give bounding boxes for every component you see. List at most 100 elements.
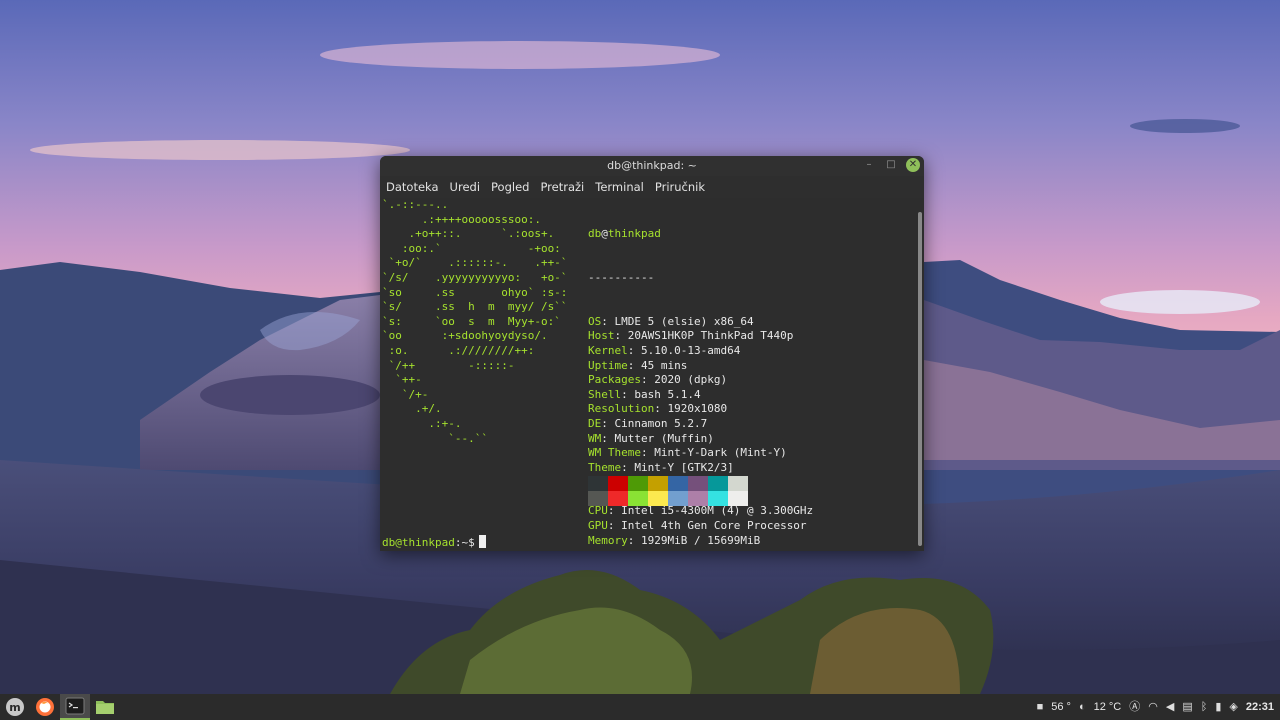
info-value: Cinnamon 5.2.7 bbox=[614, 416, 708, 430]
info-colon: : bbox=[601, 431, 615, 445]
taskbar: m ■ 56 ° ◐ 12 °C Ⓐ ◠ ◀ ▤ ᛒ ▮ ◈ 22:31 bbox=[0, 694, 1280, 720]
color-swatch bbox=[708, 491, 728, 506]
window-controls: – □ ✕ bbox=[862, 158, 920, 172]
terminal-icon bbox=[65, 697, 85, 715]
menu-help[interactable]: Priručnik bbox=[655, 180, 710, 194]
info-value: bash 5.1.4 bbox=[634, 387, 701, 401]
bluetooth-icon[interactable]: ᛒ bbox=[1201, 694, 1208, 720]
info-value: 2020 (dpkg) bbox=[654, 373, 728, 387]
color-swatch bbox=[708, 476, 728, 491]
close-button[interactable]: ✕ bbox=[906, 158, 920, 172]
info-line: OS: LMDE 5 (elsie) x86_64 bbox=[588, 315, 813, 330]
info-key: GPU bbox=[588, 519, 608, 533]
info-key: Uptime bbox=[588, 358, 628, 372]
text-cursor bbox=[478, 535, 486, 548]
prompt-path: :~$ bbox=[454, 536, 475, 549]
color-swatch bbox=[688, 476, 708, 491]
weather-temperature[interactable]: 12 °C bbox=[1094, 701, 1122, 713]
files-launcher[interactable] bbox=[90, 694, 120, 720]
info-colon: : bbox=[640, 373, 655, 387]
menubar: Datoteka Uredi Pogled Pretraži Terminal … bbox=[380, 176, 924, 198]
info-value: 45 mins bbox=[641, 358, 688, 372]
user-host-line: db@thinkpad bbox=[588, 227, 813, 242]
info-value: 5.10.0-13-amd64 bbox=[641, 343, 741, 357]
info-line: Kernel: 5.10.0-13-amd64 bbox=[588, 344, 813, 359]
host-name: thinkpad bbox=[607, 227, 661, 241]
terminal-scrollbar[interactable] bbox=[918, 212, 922, 546]
terminal-window[interactable]: db@thinkpad: ~ – □ ✕ Datoteka Uredi Pogl… bbox=[380, 156, 924, 551]
info-colon: : bbox=[607, 504, 622, 518]
info-key: Memory bbox=[588, 533, 628, 547]
info-colon: : bbox=[621, 460, 635, 474]
terminal-launcher[interactable] bbox=[60, 694, 90, 720]
info-colon: : bbox=[601, 314, 615, 328]
taskbar-launchers: m bbox=[0, 694, 120, 720]
info-value: Intel i5-4300M (4) @ 3.300GHz bbox=[621, 504, 814, 518]
separator-line: ---------- bbox=[588, 270, 655, 284]
info-colon: : bbox=[627, 358, 641, 372]
info-key: Kernel bbox=[588, 343, 628, 357]
window-titlebar[interactable]: db@thinkpad: ~ – □ ✕ bbox=[380, 156, 924, 176]
info-line: Packages: 2020 (dpkg) bbox=[588, 373, 813, 388]
info-fields: OS: LMDE 5 (elsie) x86_64 Host: 20AWS1HK0… bbox=[588, 315, 813, 549]
at-sign: @ bbox=[601, 227, 608, 241]
firefox-launcher[interactable] bbox=[30, 694, 60, 720]
moon-icon[interactable]: ◐ bbox=[1079, 694, 1086, 720]
folder-icon bbox=[96, 701, 114, 714]
color-swatch bbox=[668, 476, 688, 491]
color-swatch bbox=[608, 491, 628, 506]
info-key: Shell bbox=[588, 387, 622, 401]
info-key: Resolution bbox=[588, 402, 655, 416]
menu-button[interactable]: m bbox=[0, 694, 30, 720]
color-swatch bbox=[728, 491, 748, 506]
menu-view[interactable]: Pogled bbox=[491, 180, 534, 194]
keyboard-layout-icon[interactable]: Ⓐ bbox=[1129, 694, 1140, 720]
info-line: Memory: 1929MiB / 15699MiB bbox=[588, 534, 813, 549]
info-value: Mint-Y [GTK2/3] bbox=[634, 460, 734, 474]
prompt-user-host: db@thinkpad bbox=[382, 536, 455, 549]
info-key: WM bbox=[588, 431, 602, 445]
info-key: CPU bbox=[588, 504, 608, 518]
system-tray: ■ 56 ° ◐ 12 °C Ⓐ ◠ ◀ ▤ ᛒ ▮ ◈ 22:31 bbox=[1037, 694, 1274, 720]
battery-icon[interactable]: ▮ bbox=[1215, 694, 1221, 720]
linux-mint-logo-icon: m bbox=[6, 698, 24, 716]
color-swatch bbox=[668, 491, 688, 506]
clock[interactable]: 22:31 bbox=[1246, 701, 1274, 713]
shield-icon[interactable]: ◈ bbox=[1229, 694, 1237, 720]
info-line: CPU: Intel i5-4300M (4) @ 3.300GHz bbox=[588, 504, 813, 519]
info-line: Shell: bash 5.1.4 bbox=[588, 388, 813, 403]
color-swatch bbox=[688, 491, 708, 506]
network-wifi-icon[interactable]: ◠ bbox=[1148, 694, 1158, 720]
color-swatch bbox=[648, 476, 668, 491]
info-colon: : bbox=[627, 343, 641, 357]
color-swatch bbox=[728, 476, 748, 491]
minimize-button[interactable]: – bbox=[862, 158, 876, 172]
info-colon: : bbox=[640, 446, 655, 460]
color-swatch bbox=[628, 476, 648, 491]
menu-search[interactable]: Pretraži bbox=[540, 180, 589, 194]
clipboard-icon[interactable]: ▤ bbox=[1182, 694, 1192, 720]
info-key: Theme bbox=[588, 460, 622, 474]
info-line: WM: Mutter (Muffin) bbox=[588, 432, 813, 447]
palette-row-bright bbox=[588, 491, 748, 506]
info-colon: : bbox=[627, 533, 641, 547]
menu-file[interactable]: Datoteka bbox=[386, 180, 444, 194]
color-palette bbox=[588, 476, 748, 506]
terminal-output[interactable]: `.-::---.. .:++++ooooosssoo:. .+o++::. `… bbox=[380, 198, 924, 551]
info-value: Intel 4th Gen Core Processor bbox=[621, 519, 807, 533]
info-value: 1929MiB / 15699MiB bbox=[641, 533, 761, 547]
info-key: Host bbox=[588, 329, 615, 343]
info-value: 20AWS1HK0P ThinkPad T440p bbox=[627, 329, 794, 343]
menu-edit[interactable]: Uredi bbox=[450, 180, 485, 194]
info-line: Theme: Mint-Y [GTK2/3] bbox=[588, 461, 813, 476]
shell-prompt[interactable]: db@thinkpad:~$ bbox=[382, 535, 486, 550]
camera-icon[interactable]: ■ bbox=[1037, 694, 1044, 720]
info-line: Host: 20AWS1HK0P ThinkPad T440p bbox=[588, 329, 813, 344]
info-colon: : bbox=[607, 519, 622, 533]
menu-terminal[interactable]: Terminal bbox=[595, 180, 649, 194]
info-colon: : bbox=[614, 329, 628, 343]
maximize-button[interactable]: □ bbox=[884, 158, 898, 172]
volume-icon[interactable]: ◀ bbox=[1166, 694, 1174, 720]
cpu-temperature[interactable]: 56 ° bbox=[1051, 701, 1071, 713]
color-swatch bbox=[588, 476, 608, 491]
